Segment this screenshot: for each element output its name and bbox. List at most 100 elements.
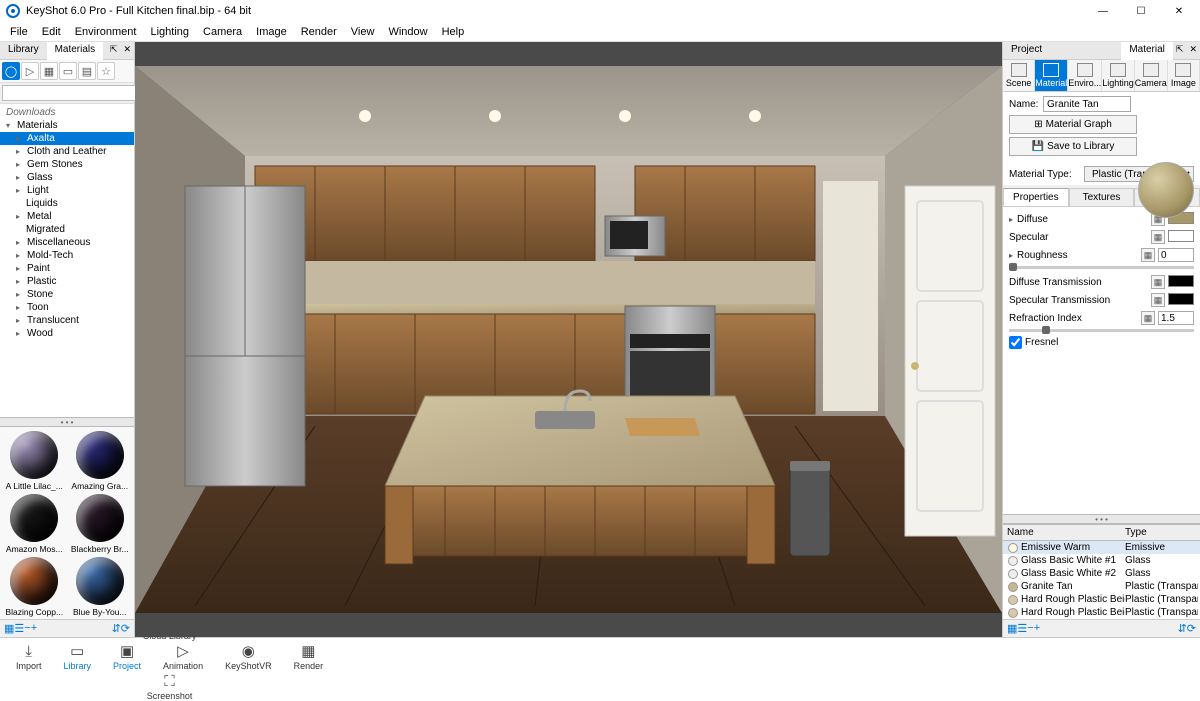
material-thumb[interactable]: Amazon Mos... — [2, 492, 67, 554]
render-button[interactable]: ▦Render — [294, 642, 324, 671]
environment-tab[interactable]: Enviro... — [1068, 60, 1102, 91]
material-thumb[interactable]: A Little Lilac_... — [2, 429, 67, 491]
difftrans-color-swatch[interactable] — [1168, 275, 1194, 287]
matlist-grid-icon[interactable]: ▦ — [1007, 622, 1017, 635]
render-viewport[interactable] — [135, 42, 1002, 637]
camera-tab[interactable]: Camera — [1135, 60, 1168, 91]
material-row[interactable]: Emissive WarmEmissive — [1003, 541, 1200, 554]
maximize-button[interactable]: ☐ — [1122, 0, 1160, 22]
mat-list-splitter[interactable]: • • • — [1003, 514, 1200, 524]
menu-file[interactable]: File — [4, 24, 34, 40]
animation-button[interactable]: ▷Animation — [163, 642, 203, 671]
minimize-button[interactable]: — — [1084, 0, 1122, 22]
material-row[interactable]: Glass Basic White #1Glass — [1003, 554, 1200, 567]
spectrans-color-swatch[interactable] — [1168, 293, 1194, 305]
material-thumb[interactable]: Amazing Gra... — [68, 429, 133, 491]
tree-item-metal[interactable]: ▸Metal — [0, 210, 134, 223]
material-row[interactable]: Glass Basic White #2Glass — [1003, 567, 1200, 580]
tree-downloads[interactable]: Downloads — [0, 106, 134, 119]
menu-render[interactable]: Render — [295, 24, 343, 40]
panel-undock-icon-r[interactable]: ⇱ — [1173, 42, 1187, 59]
menu-edit[interactable]: Edit — [36, 24, 67, 40]
fresnel-checkbox[interactable] — [1009, 336, 1022, 349]
textures-subtab[interactable]: Textures — [1069, 188, 1135, 206]
menu-environment[interactable]: Environment — [69, 24, 143, 40]
library-button[interactable]: ▭Library — [64, 642, 92, 671]
tree-item-axalta[interactable]: ▸Axalta — [0, 132, 134, 145]
matlist-list-icon[interactable]: ☰ — [1017, 622, 1027, 635]
menu-image[interactable]: Image — [250, 24, 293, 40]
material-row[interactable]: Granite TanPlastic (Transparen — [1003, 580, 1200, 593]
lighting-tab[interactable]: Lighting — [1102, 60, 1135, 91]
keyshotvr-button[interactable]: ◉KeyShotVR — [225, 642, 272, 671]
roughness-slider[interactable]: .slider::after{left:calc(var(--p,0)*1%)} — [1009, 266, 1194, 269]
panel-close-icon[interactable]: ✕ — [120, 42, 134, 59]
material-tree[interactable]: Downloads ▾Materials ▸Axalta ▸Cloth and … — [0, 104, 134, 417]
roughness-input[interactable] — [1158, 248, 1194, 262]
material-thumb[interactable]: Blue By-You... — [68, 555, 133, 617]
tree-item-misc[interactable]: ▸Miscellaneous — [0, 236, 134, 249]
panel-undock-icon[interactable]: ⇱ — [107, 42, 121, 59]
material-preview-sphere[interactable] — [1138, 162, 1194, 218]
environments-category-icon[interactable]: ▦ — [40, 62, 58, 80]
project-button[interactable]: ▣Project — [113, 642, 141, 671]
materials-category-icon[interactable]: ◯ — [2, 62, 20, 80]
tree-item-translucent[interactable]: ▸Translucent — [0, 314, 134, 327]
material-row[interactable]: Hard Rough Plastic BeigePlastic (Transpa… — [1003, 593, 1200, 606]
material-tab[interactable]: Material — [1035, 60, 1068, 91]
difftrans-texture-button[interactable]: ▦ — [1151, 275, 1165, 289]
matlist-sort-icon[interactable]: ⇵ — [1178, 622, 1187, 635]
menu-camera[interactable]: Camera — [197, 24, 248, 40]
material-thumb[interactable]: Blazing Copp... — [2, 555, 67, 617]
close-button[interactable]: ✕ — [1160, 0, 1198, 22]
thumb-splitter[interactable]: • • • — [0, 417, 134, 427]
colors-category-icon[interactable]: ▷ — [21, 62, 39, 80]
refraction-input[interactable] — [1158, 311, 1194, 325]
tree-item-liquids[interactable]: Liquids — [0, 197, 134, 210]
material-thumb[interactable]: Blackberry Br... — [68, 492, 133, 554]
tree-item-paint[interactable]: ▸Paint — [0, 262, 134, 275]
tree-item-glass[interactable]: ▸Glass — [0, 171, 134, 184]
refraction-texture-button[interactable]: ▦ — [1141, 311, 1155, 325]
favorites-category-icon[interactable]: ☆ — [97, 62, 115, 80]
import-button[interactable]: ⤓Import — [16, 642, 42, 671]
specular-color-swatch[interactable] — [1168, 230, 1194, 242]
menu-view[interactable]: View — [345, 24, 381, 40]
tree-item-plastic[interactable]: ▸Plastic — [0, 275, 134, 288]
tree-item-toon[interactable]: ▸Toon — [0, 301, 134, 314]
image-tab[interactable]: Image — [1168, 60, 1200, 91]
project-tab[interactable]: Project — [1003, 42, 1050, 59]
menu-help[interactable]: Help — [436, 24, 471, 40]
grid-view-icon[interactable]: ▦ — [4, 622, 14, 635]
tree-item-cloth[interactable]: ▸Cloth and Leather — [0, 145, 134, 158]
menu-lighting[interactable]: Lighting — [144, 24, 195, 40]
material-panel-tab[interactable]: Material — [1121, 42, 1173, 60]
roughness-texture-button[interactable]: ▦ — [1141, 248, 1155, 262]
scene-tab[interactable]: Scene — [1003, 60, 1035, 91]
backplates-category-icon[interactable]: ▭ — [59, 62, 77, 80]
library-search-input[interactable] — [2, 85, 144, 101]
save-to-library-button[interactable]: 💾Save to Library — [1009, 137, 1137, 156]
tree-item-migrated[interactable]: Migrated — [0, 223, 134, 236]
spectrans-texture-button[interactable]: ▦ — [1151, 293, 1165, 307]
tree-item-stone[interactable]: ▸Stone — [0, 288, 134, 301]
tree-item-gemstones[interactable]: ▸Gem Stones — [0, 158, 134, 171]
library-tab[interactable]: Library — [0, 42, 47, 59]
screenshot-button[interactable]: ⛶Screenshot — [147, 672, 193, 701]
panel-close-icon-r[interactable]: ✕ — [1186, 42, 1200, 59]
tree-item-moldtech[interactable]: ▸Mold-Tech — [0, 249, 134, 262]
refraction-slider[interactable] — [1009, 329, 1194, 332]
material-row[interactable]: Hard Rough Plastic Beige #1Plastic (Tran… — [1003, 606, 1200, 619]
tree-item-light[interactable]: ▸Light — [0, 184, 134, 197]
col-name[interactable]: Name — [1003, 525, 1121, 540]
matlist-refresh-icon[interactable]: ⟳ — [1187, 622, 1196, 635]
tree-materials-root[interactable]: ▾Materials — [0, 119, 134, 132]
materials-tab[interactable]: Materials — [47, 42, 104, 60]
material-graph-button[interactable]: ⊞Material Graph — [1009, 115, 1137, 134]
menu-window[interactable]: Window — [382, 24, 433, 40]
textures-category-icon[interactable]: ▤ — [78, 62, 96, 80]
material-name-input[interactable] — [1043, 96, 1131, 112]
specular-texture-button[interactable]: ▦ — [1151, 230, 1165, 244]
properties-subtab[interactable]: Properties — [1003, 188, 1069, 206]
tree-item-wood[interactable]: ▸Wood — [0, 327, 134, 340]
